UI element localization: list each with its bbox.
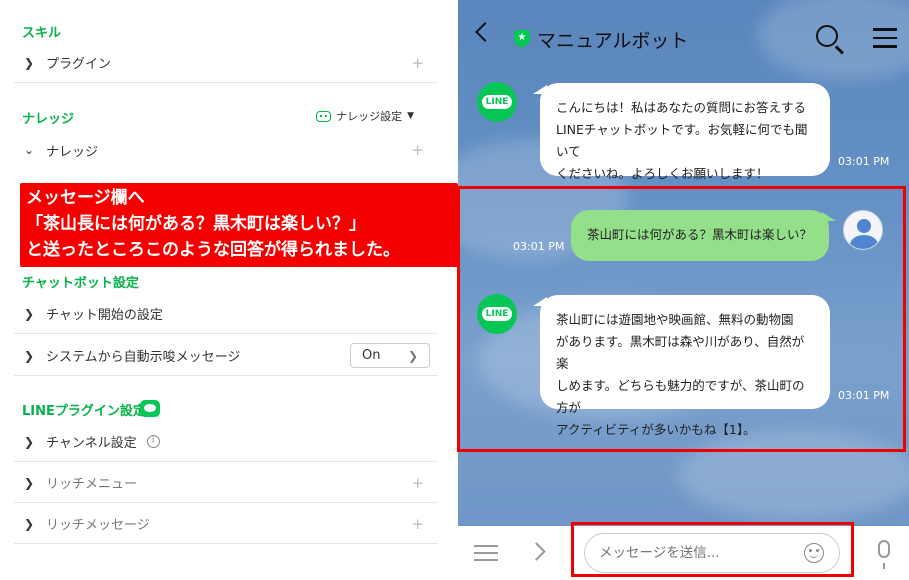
bot-avatar: LINE: [477, 82, 517, 122]
toggle-value: On: [362, 348, 381, 363]
callout-line: メッセージ欄へ: [26, 188, 145, 208]
caret-down-icon: ▼: [407, 111, 414, 121]
chat-header: ★ マニュアルボット: [458, 0, 909, 76]
info-icon[interactable]: i: [146, 435, 160, 448]
section-title-line-plugin: LINEプラグイン設定: [22, 404, 146, 419]
bot-message-bubble: こんにちは！私はあなたの質問にお答えする LINEチャットボットです。お気軽に何…: [533, 83, 830, 181]
input-highlight-frame: [571, 522, 854, 577]
bot-name: マニュアルボット: [537, 30, 689, 52]
settings-panel: スキル ❯ プラグイン + ナレッジ ナレッジ設定 ▼ ⌄ ナレッジ + チャッ…: [0, 0, 458, 580]
row-rich-menu[interactable]: ❯ リッチメニュー +: [14, 463, 438, 503]
row-label: チャンネル設定: [46, 436, 137, 451]
message-line: こんにちは！私はあなたの質問にお答えする: [556, 100, 807, 115]
add-icon[interactable]: +: [411, 474, 424, 492]
menu-icon[interactable]: [873, 28, 897, 54]
add-icon[interactable]: +: [411, 515, 424, 533]
message-time: 03:01 PM: [838, 155, 890, 168]
row-label: リッチメッセージ: [46, 518, 150, 533]
message-line: LINEチャットボットです。お気軽に何でも聞いて: [556, 122, 808, 159]
chevron-right-icon: ❯: [24, 516, 35, 531]
chevron-right-icon: ❯: [24, 306, 35, 321]
row-knowledge[interactable]: ⌄ ナレッジ +: [14, 130, 438, 170]
row-channel-settings[interactable]: ❯ チャンネル設定 i: [14, 422, 438, 462]
section-title-skills: スキル: [22, 26, 62, 41]
chevron-right-icon: ❯: [24, 55, 35, 70]
knowledge-settings-dropdown[interactable]: ナレッジ設定 ▼: [316, 108, 414, 124]
chevron-right-icon[interactable]: [527, 542, 546, 561]
back-arrow-icon[interactable]: [475, 22, 495, 42]
section-title-knowledge: ナレッジ: [22, 112, 75, 127]
message-line: くださいね。よろしくお願いします！: [556, 166, 769, 181]
messages-highlight-frame: [457, 186, 906, 452]
menu-icon[interactable]: [474, 545, 498, 566]
verified-shield-icon: ★: [514, 30, 530, 47]
row-label: プラグイン: [46, 57, 112, 72]
chevron-down-icon: ⌄: [24, 143, 35, 157]
row-label: ナレッジ: [46, 144, 99, 160]
row-label: リッチメニュー: [46, 477, 138, 492]
add-icon[interactable]: +: [411, 141, 424, 159]
row-rich-message[interactable]: ❯ リッチメッセージ +: [14, 504, 438, 544]
row-auto-suggest-message[interactable]: ❯ システムから自動示唆メッセージ On ❯: [14, 336, 438, 376]
bot-icon: [316, 110, 332, 122]
section-title-chatbot-settings: チャットボット設定: [22, 276, 139, 291]
knowledge-settings-label: ナレッジ設定: [336, 110, 403, 123]
row-chat-start-settings[interactable]: ❯ チャット開始の設定: [14, 294, 438, 334]
row-label: チャット開始の設定: [46, 308, 163, 323]
callout-line: 「茶山長には何がある？黒木町は楽しい？」: [26, 214, 366, 234]
chevron-right-icon: ❯: [24, 434, 35, 449]
chevron-right-icon: ❯: [24, 348, 35, 363]
auto-suggest-toggle[interactable]: On ❯: [350, 343, 430, 368]
line-logo-icon: [140, 400, 160, 417]
chevron-right-icon: ❯: [407, 348, 418, 363]
row-label: システムから自動示唆メッセージ: [46, 350, 241, 365]
search-icon[interactable]: [816, 25, 838, 47]
chevron-right-icon: ❯: [24, 475, 35, 490]
annotation-callout: メッセージ欄へ 「茶山長には何がある？黒木町は楽しい？」 と送ったところこのよう…: [20, 183, 458, 267]
microphone-icon[interactable]: [878, 540, 890, 569]
line-logo-text: LINE: [481, 95, 513, 109]
add-icon[interactable]: +: [411, 54, 424, 72]
callout-line: と送ったところこのような回答が得られました。: [26, 240, 400, 260]
row-plugin[interactable]: ❯ プラグイン +: [14, 43, 438, 83]
